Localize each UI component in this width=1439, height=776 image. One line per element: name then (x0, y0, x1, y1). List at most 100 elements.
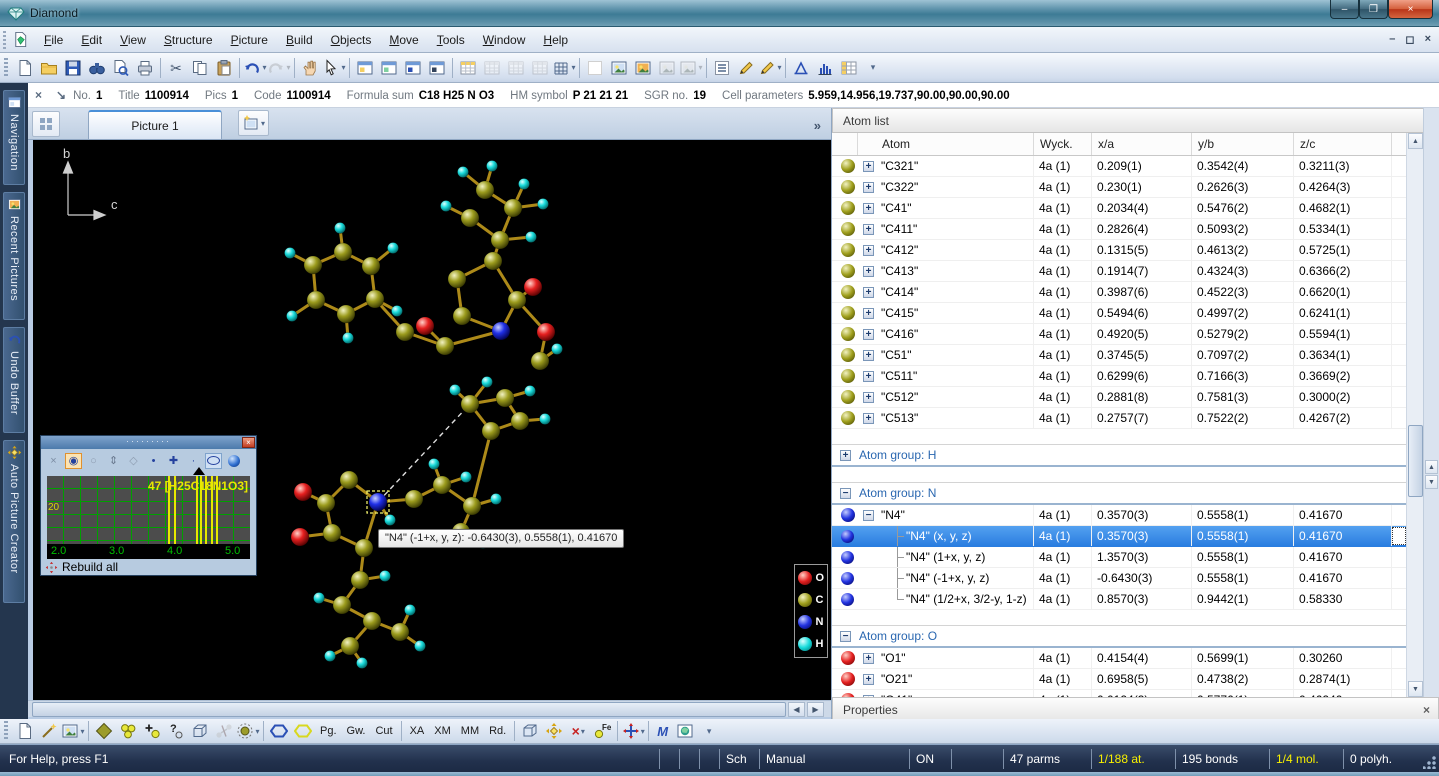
move-tool[interactable]: ▾ (621, 720, 645, 742)
print-preview[interactable] (109, 57, 133, 79)
atom-C[interactable] (482, 422, 500, 440)
atom-row[interactable]: +"C411"4a (1)0.2826(4)0.5093(2)0.5334(1) (832, 219, 1406, 240)
title-bar[interactable]: Diamond – ❐ × (0, 0, 1439, 27)
atom-H[interactable] (357, 658, 368, 669)
atom-C[interactable] (491, 231, 509, 249)
atom-ball-O[interactable] (841, 672, 855, 686)
expand-icon[interactable]: + (863, 308, 874, 319)
pane-scroll-strip[interactable]: ▲ ▼ (1423, 108, 1439, 719)
atom-row[interactable]: +"C513"4a (1)0.2757(7)0.7522(2)0.4267(2) (832, 408, 1406, 429)
new-document[interactable] (13, 57, 37, 79)
canvas-horizontal-scrollbar[interactable]: ◀ ▶ (28, 700, 831, 717)
toolbar-overflow-bottom[interactable]: ▾ (697, 720, 721, 742)
menu-tools[interactable]: Tools (428, 29, 474, 51)
atom-N[interactable] (369, 493, 387, 511)
atom-C[interactable] (304, 256, 322, 274)
menu-move[interactable]: Move (380, 29, 427, 51)
apc-rebuild-all-button[interactable]: Rebuild all (45, 560, 118, 574)
table-layout[interactable]: ▾ (552, 57, 576, 79)
atom-O[interactable] (291, 528, 309, 546)
data-table[interactable] (837, 57, 861, 79)
expand-icon[interactable]: + (863, 161, 874, 172)
properties-list[interactable] (710, 57, 734, 79)
auto-picture-creator-window[interactable]: ········· × ×◉○⇕◇•✚· 47 [H25C18N1O3] 20 … (40, 435, 257, 576)
menu-build[interactable]: Build (277, 29, 322, 51)
atom-H[interactable] (450, 385, 461, 396)
pg-button[interactable]: Pg. (315, 723, 342, 739)
expand-icon[interactable]: + (863, 350, 874, 361)
atom-ball-C[interactable] (841, 285, 855, 299)
save[interactable] (61, 57, 85, 79)
copy-picture[interactable] (631, 57, 655, 79)
atom-group-header[interactable]: −Atom group: N (832, 482, 1406, 505)
gw-button[interactable]: Gw. (342, 723, 371, 739)
atom-C[interactable] (363, 612, 381, 630)
atom-H[interactable] (392, 306, 403, 317)
menu-structure[interactable]: Structure (155, 29, 222, 51)
table-view-2[interactable] (504, 57, 528, 79)
apc-track-atom[interactable]: ◉ (65, 453, 82, 469)
mdi-control-1[interactable]: ◻ (1405, 33, 1414, 46)
apc-updown[interactable]: ⇕ (105, 453, 122, 469)
atom-C[interactable] (484, 252, 502, 270)
menu-view[interactable]: View (111, 29, 155, 51)
atom-C[interactable] (463, 497, 481, 515)
atom-C[interactable] (511, 412, 529, 430)
atom-C[interactable] (461, 395, 479, 413)
iron-atom-tool[interactable]: Fe (590, 720, 614, 742)
atom-H[interactable] (429, 459, 440, 470)
atom-H[interactable] (526, 232, 537, 243)
atom-H[interactable] (552, 344, 563, 355)
atom-C[interactable] (396, 323, 414, 341)
sidebar-tab-recent-pictures[interactable]: Recent Pictures (3, 192, 25, 320)
rd-button[interactable]: Rd. (484, 723, 511, 739)
collapse-icon[interactable]: − (863, 510, 874, 521)
atom-row[interactable]: +"O41"4a (1)0.0124(3)0.5776(1)0.46240 (832, 690, 1406, 697)
apc-dot[interactable]: • (145, 453, 162, 469)
recent-pictures-pane[interactable] (377, 57, 401, 79)
atom-O[interactable] (416, 317, 434, 335)
undo[interactable]: ▾ (243, 57, 267, 79)
pane-scroll-up[interactable]: ▲ (1425, 460, 1438, 474)
select-tool[interactable]: ▾ (322, 57, 346, 79)
atom-C[interactable] (448, 270, 466, 288)
atom-O[interactable] (524, 278, 542, 296)
atom-C[interactable] (391, 623, 409, 641)
apc-track-ring[interactable]: ○ (85, 453, 102, 469)
atom-row[interactable]: +"C414"4a (1)0.3987(6)0.4522(3)0.6620(1) (832, 282, 1406, 303)
atom-C[interactable] (476, 181, 494, 199)
pane-scroll-down[interactable]: ▼ (1425, 475, 1438, 489)
atom-C[interactable] (496, 389, 514, 407)
atom-C[interactable] (317, 494, 335, 512)
menu-file[interactable]: File (35, 29, 72, 51)
expand-icon[interactable]: + (863, 371, 874, 382)
atom-ball-C[interactable] (841, 243, 855, 257)
atom-row[interactable]: +"C416"4a (1)0.4920(5)0.5279(2)0.5594(1) (832, 324, 1406, 345)
atom-C[interactable] (405, 490, 423, 508)
atom-row[interactable]: "N4" (1+x, y, z)4a (1)1.3570(3)0.5558(1)… (832, 547, 1406, 568)
powder-pattern[interactable] (789, 57, 813, 79)
atom-row[interactable]: +"C412"4a (1)0.1315(5)0.4613(2)0.5725(1) (832, 240, 1406, 261)
distances-table[interactable] (480, 57, 504, 79)
atom-row[interactable]: +"C413"4a (1)0.1914(7)0.4324(3)0.6366(2) (832, 261, 1406, 282)
atom-H[interactable] (405, 605, 416, 616)
sidebar-tab-auto-picture-creator[interactable]: Auto Picture Creator (3, 440, 25, 603)
cell-edges[interactable] (518, 720, 542, 742)
minimize-button[interactable]: – (1330, 0, 1359, 19)
atom-ball-C[interactable] (841, 222, 855, 236)
atom-H[interactable] (540, 414, 551, 425)
auto-picture-creator-pane[interactable] (425, 57, 449, 79)
ring-tool-blue[interactable] (267, 720, 291, 742)
menu-grip[interactable] (3, 31, 6, 49)
atom-C[interactable] (504, 199, 522, 217)
atom-H[interactable] (415, 641, 426, 652)
atom-H[interactable] (335, 223, 346, 234)
new-picture-tab-button[interactable]: ▾ (238, 110, 269, 136)
xa-button[interactable]: XA (405, 723, 430, 739)
atom-H[interactable] (491, 494, 502, 505)
atom-row[interactable]: −"N4"4a (1)0.3570(3)0.5558(1)0.41670 (832, 505, 1406, 526)
tab-picture-1[interactable]: Picture 1 (88, 110, 222, 139)
structure-canvas[interactable]: bc ········· × ×◉○⇕◇•✚· 47 [H25C18N1O3] … (33, 140, 831, 700)
atom-ball-C[interactable] (841, 369, 855, 383)
navigation-pane[interactable] (353, 57, 377, 79)
